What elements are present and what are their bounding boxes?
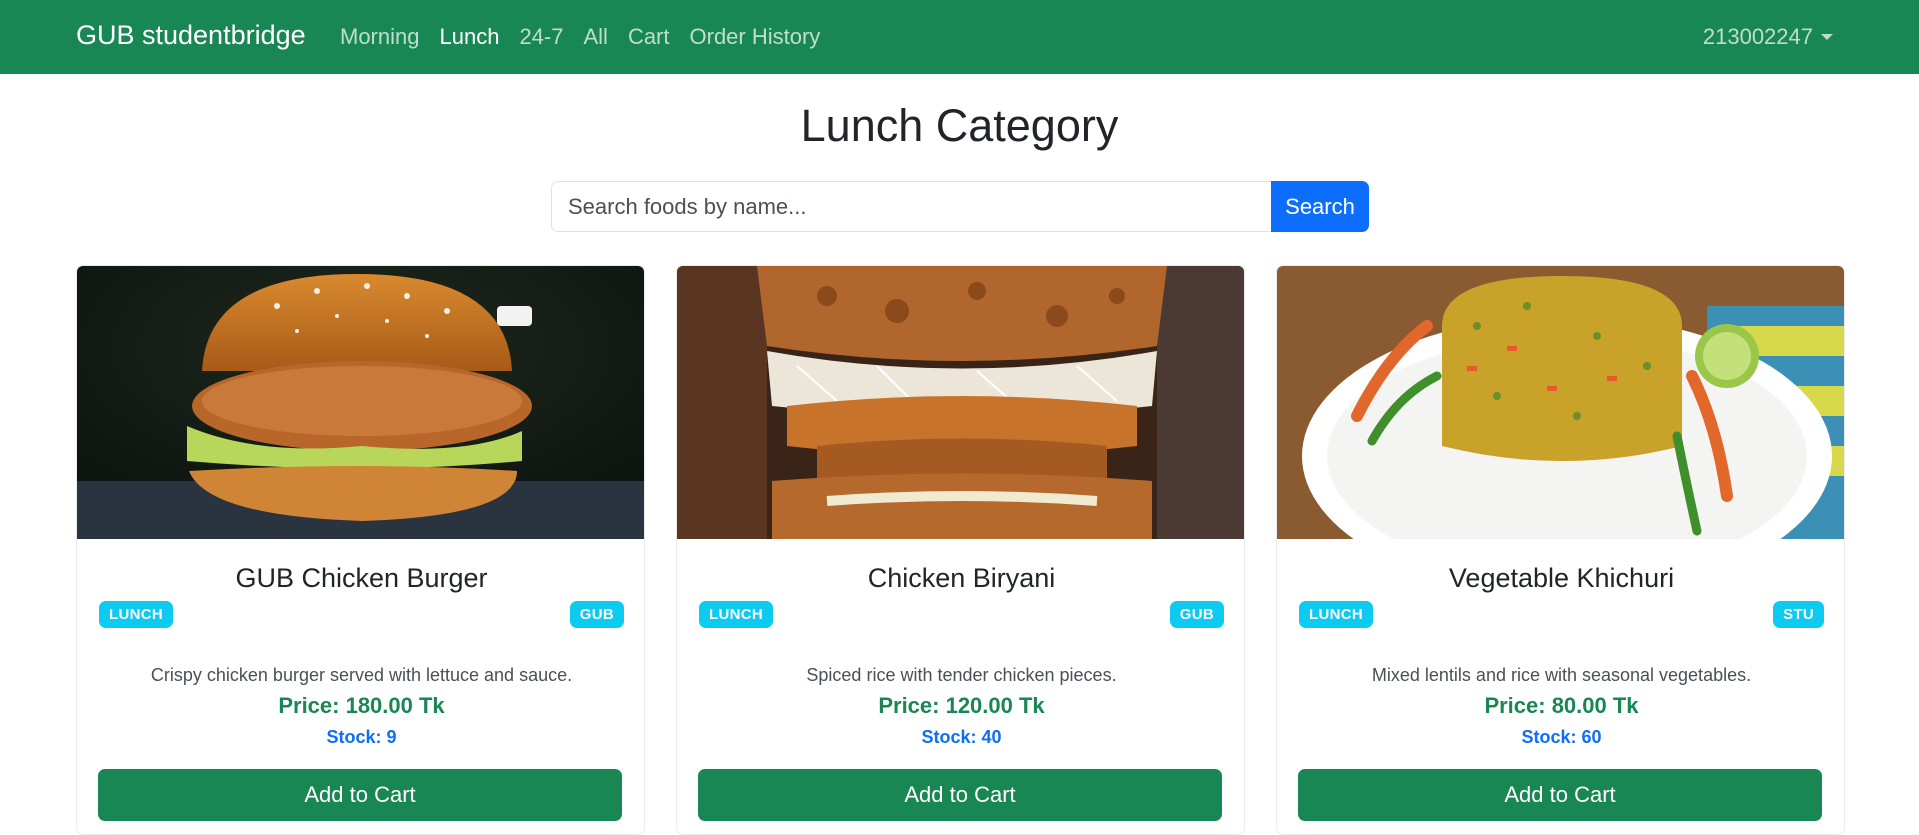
add-to-cart-button[interactable]: Add to Cart — [98, 769, 622, 821]
nav-link-lunch[interactable]: Lunch — [439, 24, 499, 50]
nav-link-morning[interactable]: Morning — [340, 24, 419, 50]
category-badge: LUNCH — [99, 601, 173, 628]
burger-image — [77, 266, 644, 539]
brand-logo-text[interactable]: GUB studentbridge — [76, 20, 306, 51]
fried-chicken-sandwich-image — [677, 266, 1244, 539]
chevron-down-icon — [1821, 34, 1833, 40]
nav-link-all[interactable]: All — [583, 24, 607, 50]
top-navbar: GUB studentbridge Morning Lunch 24-7 All… — [0, 0, 1919, 74]
product-card: Chicken Biryani LUNCH GUB Spiced rice wi… — [676, 265, 1245, 835]
product-card: GUB Chicken Burger LUNCH GUB Crispy chic… — [76, 265, 645, 835]
user-dropdown[interactable]: 213002247 — [1703, 24, 1833, 50]
add-to-cart-button[interactable]: Add to Cart — [698, 769, 1222, 821]
add-to-cart-button[interactable]: Add to Cart — [1298, 769, 1822, 821]
category-badge: LUNCH — [1299, 601, 1373, 628]
nav-link-cart[interactable]: Cart — [628, 24, 670, 50]
vendor-badge: GUB — [569, 601, 624, 628]
search-input[interactable] — [551, 181, 1271, 232]
khichuri-plate-image — [1277, 266, 1844, 539]
product-price: Price: 80.00 Tk — [1484, 693, 1639, 718]
product-stock: Stock: 40 — [921, 727, 1002, 747]
nav-link-24-7[interactable]: 24-7 — [519, 24, 563, 50]
product-title: Vegetable Khichuri — [1448, 563, 1675, 593]
page-title: Lunch Category — [800, 100, 1119, 151]
category-badge: LUNCH — [699, 601, 773, 628]
vendor-badge: GUB — [1169, 601, 1224, 628]
product-description: Crispy chicken burger served with lettuc… — [150, 665, 573, 685]
product-description: Spiced rice with tender chicken pieces. — [806, 665, 1117, 685]
nav-link-order-history[interactable]: Order History — [690, 24, 821, 50]
vendor-badge: STU — [1773, 601, 1824, 628]
search-button[interactable]: Search — [1271, 181, 1369, 232]
product-title: GUB Chicken Burger — [235, 563, 488, 593]
product-title: Chicken Biryani — [867, 563, 1056, 593]
product-price: Price: 180.00 Tk — [278, 693, 445, 718]
product-stock: Stock: 60 — [1521, 727, 1602, 747]
user-id: 213002247 — [1702, 24, 1813, 49]
search-form: Search — [551, 181, 1369, 232]
nav-links: Morning Lunch 24-7 All Cart Order Histor… — [340, 24, 840, 50]
product-card: Vegetable Khichuri LUNCH STU Mixed lenti… — [1276, 265, 1845, 835]
product-price: Price: 120.00 Tk — [878, 693, 1045, 718]
product-stock: Stock: 9 — [326, 727, 397, 747]
product-description: Mixed lentils and rice with seasonal veg… — [1371, 665, 1752, 685]
